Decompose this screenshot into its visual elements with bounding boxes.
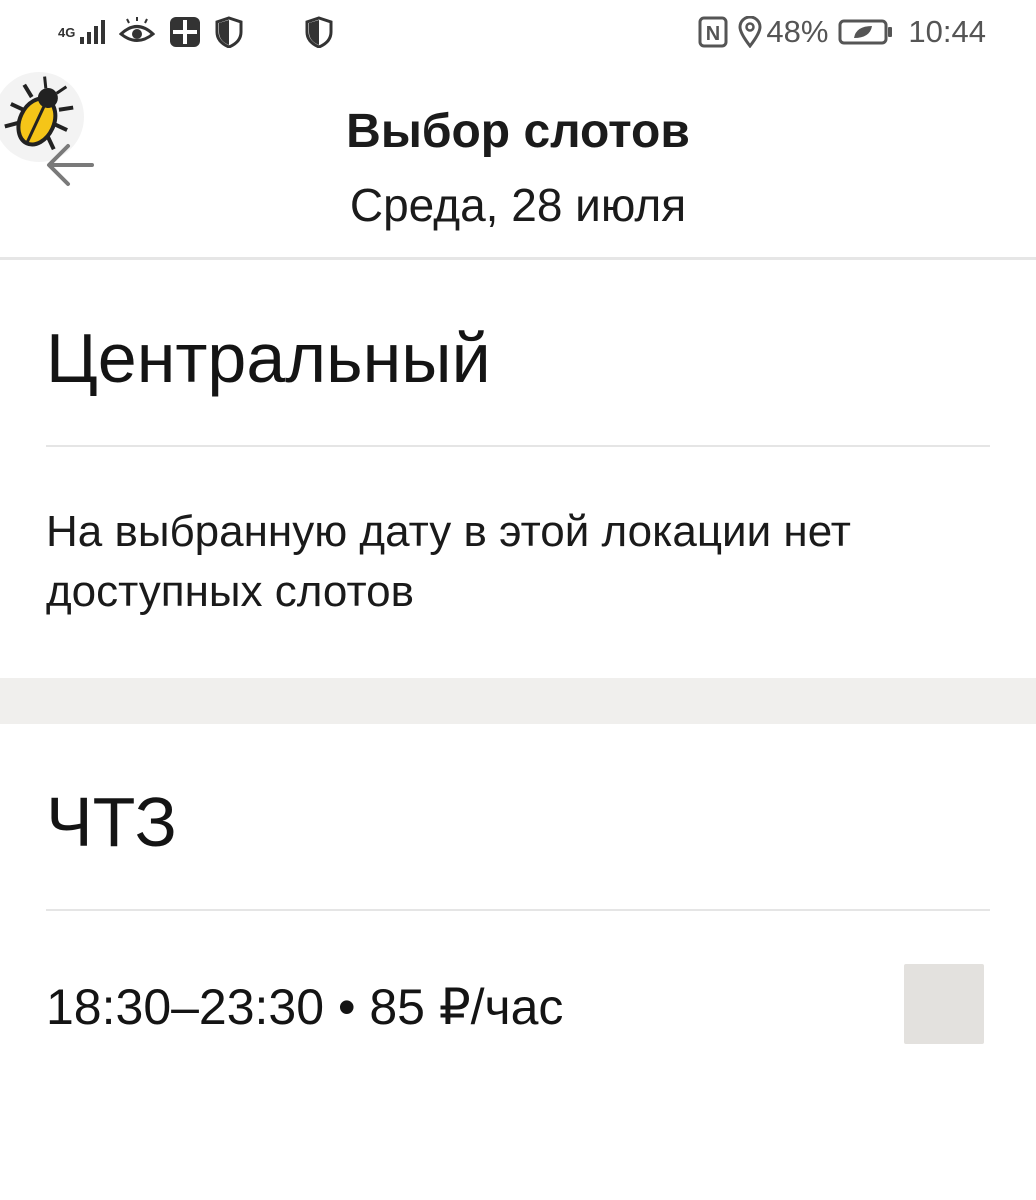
shield-icon: [215, 16, 243, 48]
status-bar-left: 4G: [58, 10, 347, 54]
clock: 10:44: [908, 14, 986, 49]
nfc-label: N: [706, 23, 720, 45]
location-title: ЧТЗ: [46, 783, 177, 861]
battery-icon: [838, 18, 894, 46]
eye-icon: [119, 17, 156, 47]
status-bar: 4G N 48% 10:44: [0, 0, 1036, 62]
page-subtitle-date: Среда, 28 июля: [349, 179, 687, 231]
slot-time-price[interactable]: 18:30–23:30 • 85 ₽/час: [46, 978, 563, 1036]
page-title: Выбор слотов: [346, 105, 690, 158]
location-icon: [738, 16, 762, 48]
location-divider: [46, 909, 990, 911]
location-title: Центральный: [46, 319, 491, 397]
signal-icon: 4G: [58, 19, 106, 45]
battery-percent: 48%: [766, 14, 829, 49]
app-icon: [169, 16, 201, 48]
shield-icon: [305, 16, 333, 48]
no-slots-message: На выбранную дату в этой локации нет дос…: [46, 507, 851, 616]
status-bar-right: N 48% 10:44: [688, 10, 986, 54]
slot-checkbox[interactable]: [904, 964, 984, 1044]
location-divider: [46, 445, 990, 447]
network-type-label: 4G: [58, 24, 76, 40]
section-separator: [0, 678, 1036, 724]
nfc-icon: N: [698, 16, 728, 48]
header-divider: [0, 257, 1036, 260]
